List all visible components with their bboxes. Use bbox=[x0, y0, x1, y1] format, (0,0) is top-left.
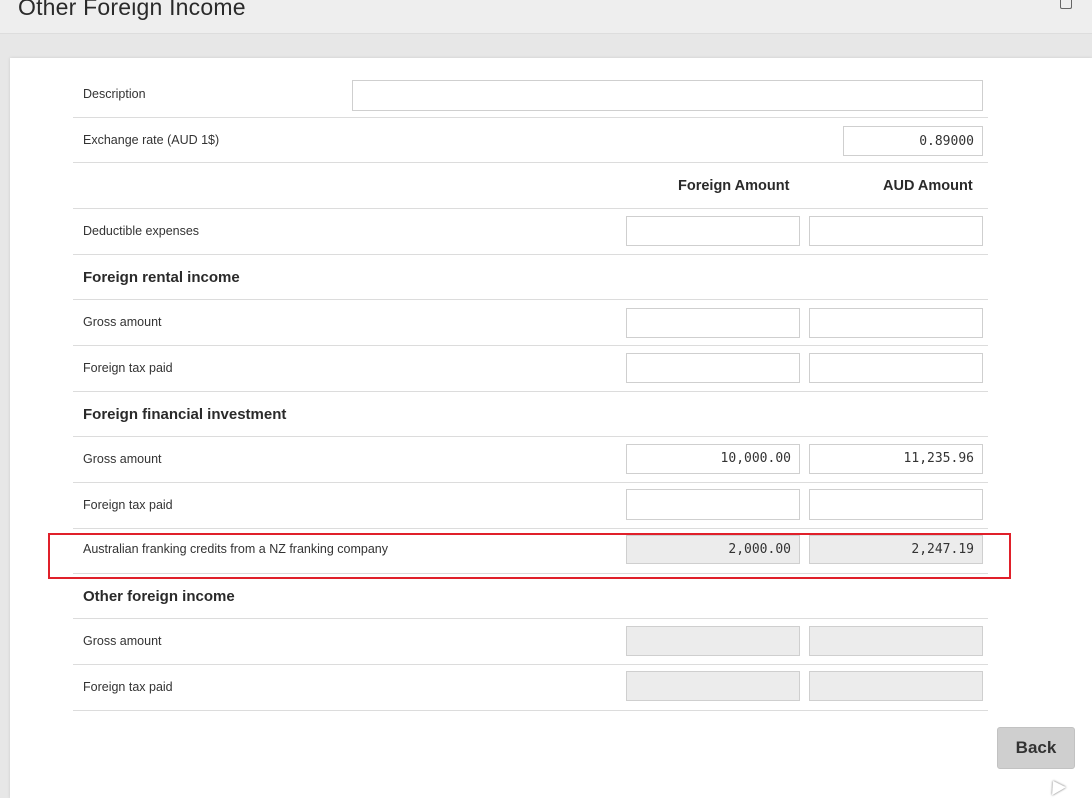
aud-amount-header: AUD Amount bbox=[883, 178, 973, 194]
other-gross-aud-input[interactable] bbox=[809, 626, 983, 656]
other-section-title: Other foreign income bbox=[83, 588, 235, 605]
description-input[interactable] bbox=[352, 80, 983, 111]
rental-section-title: Foreign rental income bbox=[83, 269, 240, 286]
description-label: Description bbox=[83, 87, 146, 101]
rental-section-row: Foreign rental income bbox=[73, 254, 988, 300]
top-bar: Other Foreign Income bbox=[0, 0, 1092, 34]
financial-section-row: Foreign financial investment bbox=[73, 391, 988, 437]
other-section-row: Other foreign income bbox=[73, 573, 988, 619]
financial-gross-aud-input[interactable]: 11,235.96 bbox=[809, 444, 983, 474]
deductible-expenses-label: Deductible expenses bbox=[83, 224, 200, 238]
trash-icon[interactable] bbox=[1060, 0, 1072, 9]
column-header-row bbox=[73, 162, 988, 209]
rental-tax-foreign-input[interactable] bbox=[626, 353, 800, 383]
exchange-rate-input[interactable]: 0.89000 bbox=[843, 126, 983, 156]
financial-tax-aud-input[interactable] bbox=[809, 489, 983, 520]
page-title: Other Foreign Income bbox=[18, 0, 246, 20]
deductible-foreign-input[interactable] bbox=[626, 216, 800, 246]
other-tax-foreign-input[interactable] bbox=[626, 671, 800, 701]
exchange-rate-label: Exchange rate (AUD 1$) bbox=[83, 133, 220, 147]
rental-gross-aud-input[interactable] bbox=[809, 308, 983, 338]
rental-tax-label: Foreign tax paid bbox=[83, 361, 173, 375]
highlight-annotation bbox=[48, 533, 1011, 579]
financial-tax-foreign-input[interactable] bbox=[626, 489, 800, 520]
rental-gross-foreign-input[interactable] bbox=[626, 308, 800, 338]
other-gross-foreign-input[interactable] bbox=[626, 626, 800, 656]
financial-gross-label: Gross amount bbox=[83, 452, 162, 466]
foreign-amount-header: Foreign Amount bbox=[678, 178, 790, 194]
financial-section-title: Foreign financial investment bbox=[83, 406, 287, 423]
back-button[interactable]: Back bbox=[997, 727, 1075, 769]
other-tax-label: Foreign tax paid bbox=[83, 680, 173, 694]
deductible-aud-input[interactable] bbox=[809, 216, 983, 246]
financial-tax-label: Foreign tax paid bbox=[83, 498, 173, 512]
other-tax-aud-input[interactable] bbox=[809, 671, 983, 701]
other-gross-label: Gross amount bbox=[83, 634, 162, 648]
rental-tax-aud-input[interactable] bbox=[809, 353, 983, 383]
financial-gross-foreign-input[interactable]: 10,000.00 bbox=[626, 444, 800, 474]
rental-gross-label: Gross amount bbox=[83, 315, 162, 329]
